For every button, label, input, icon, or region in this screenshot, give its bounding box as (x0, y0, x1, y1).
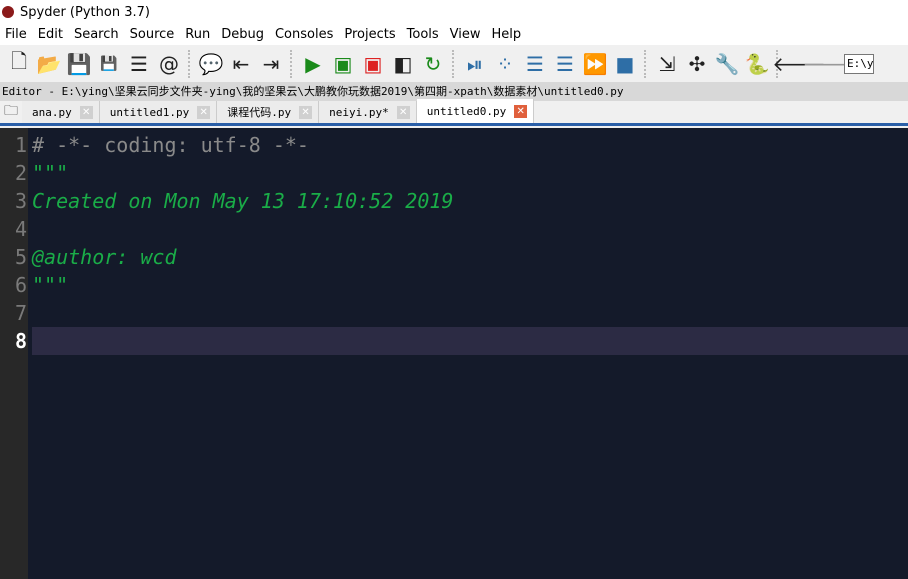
spyder-logo-icon (2, 6, 14, 18)
open-file-icon[interactable]: 📂 (34, 50, 64, 78)
close-icon[interactable]: ✕ (197, 105, 211, 119)
tab-label: untitled0.py (426, 104, 507, 118)
step-into-icon[interactable]: ☰ (520, 50, 550, 78)
code-text: @author: wcd (32, 245, 177, 269)
tab-neiyi[interactable]: neiyi.py* ✕ (319, 101, 417, 123)
indent-icon[interactable]: ⇥ (256, 50, 286, 78)
code-text: """ (32, 161, 69, 185)
tab-label: ana.py (32, 105, 72, 119)
browse-tabs-icon[interactable]: 🗀 (0, 101, 22, 123)
code-text: # -*- coding: utf-8 -*- (32, 133, 309, 157)
close-icon[interactable]: ✕ (396, 105, 410, 119)
code-text: Created on Mon May 13 17:10:52 2019 (32, 189, 454, 213)
outline-list-icon[interactable]: ☰ (124, 50, 154, 78)
new-file-icon[interactable]: 🗋 (4, 49, 34, 78)
maximize-pane-icon[interactable]: ⇲ (652, 50, 682, 78)
code-line[interactable]: 2 """ (0, 159, 908, 187)
menu-bar: File Edit Search Source Run Debug Consol… (0, 24, 908, 45)
run-cell-icon[interactable]: ▣ (328, 50, 358, 78)
menu-help[interactable]: Help (487, 27, 528, 42)
forward-arrow-icon[interactable]: 🡒 (802, 50, 856, 78)
save-icon[interactable]: 💾 (64, 50, 94, 78)
toolbar-separator (188, 49, 196, 78)
code-line[interactable]: 1 # -*- coding: utf-8 -*- (0, 131, 908, 159)
tab-label: untitled1.py (109, 105, 190, 119)
toolbar-separator (644, 49, 652, 78)
menu-run[interactable]: Run (180, 27, 216, 42)
code-line[interactable]: 7 (0, 299, 908, 327)
close-icon[interactable]: ✕ (514, 104, 528, 118)
preferences-wrench-icon[interactable]: 🔧 (712, 50, 742, 78)
python-path-icon[interactable]: 🐍 (742, 50, 772, 78)
step-icon[interactable]: ⁘ (490, 50, 520, 78)
debug-icon[interactable]: ⏯ (460, 50, 490, 78)
title-bar: Spyder (Python 3.7) (0, 0, 908, 24)
menu-source[interactable]: Source (125, 27, 181, 42)
toolbar-separator (452, 49, 460, 78)
toolbar: 🗋 📂 💾 💾 ☰ @ 💬 ⇤ ⇥ ▶ ▣ ▣ ◧ ↻ ⏯ ⁘ ☰ ☰ ⏩ ■ … (0, 45, 908, 82)
toolbar-separator (290, 49, 298, 78)
line-number: 7 (14, 301, 27, 325)
menu-projects[interactable]: Projects (339, 27, 401, 42)
code-line[interactable]: 6 """ (0, 271, 908, 299)
code-line[interactable]: 5 @author: wcd (0, 243, 908, 271)
menu-file[interactable]: File (0, 27, 33, 42)
working-directory-input[interactable]: E:\y (844, 53, 874, 74)
run-selection-icon[interactable]: ◧ (388, 50, 418, 78)
menu-debug[interactable]: Debug (216, 27, 270, 42)
tab-untitled0[interactable]: untitled0.py ✕ (416, 99, 535, 123)
run-cell-advance-icon[interactable]: ▣ (358, 50, 388, 78)
code-text (32, 327, 908, 355)
rerun-icon[interactable]: ↻ (418, 50, 448, 78)
code-line[interactable]: 8 (0, 327, 908, 355)
menu-view[interactable]: View (445, 27, 487, 42)
stop-icon[interactable]: ■ (610, 50, 640, 78)
line-number: 1 (14, 133, 27, 157)
line-number: 2 (14, 161, 27, 185)
fullscreen-icon[interactable]: ✣ (682, 50, 712, 78)
menu-consoles[interactable]: Consoles (270, 27, 339, 42)
tab-label: neiyi.py* (329, 105, 389, 119)
tab-ana[interactable]: ana.py ✕ (22, 101, 100, 123)
editor-tabs: 🗀 ana.py ✕ untitled1.py ✕ 课程代码.py ✕ neiyi.p… (0, 99, 908, 126)
tab-label: 课程代码.py (227, 106, 292, 119)
run-icon[interactable]: ▶ (298, 50, 328, 78)
line-number: 5 (14, 245, 27, 269)
close-icon[interactable]: ✕ (79, 105, 93, 119)
close-icon[interactable]: ✕ (299, 105, 313, 119)
tab-course-code[interactable]: 课程代码.py ✕ (217, 101, 320, 123)
save-all-icon[interactable]: 💾 (94, 50, 124, 78)
at-icon[interactable]: @ (154, 50, 184, 78)
line-number: 3 (14, 189, 27, 213)
menu-search[interactable]: Search (69, 27, 125, 42)
line-number: 8 (14, 329, 27, 353)
code-line[interactable]: 4 (0, 215, 908, 243)
unindent-icon[interactable]: ⇤ (226, 50, 256, 78)
code-text: """ (32, 273, 69, 297)
menu-edit[interactable]: Edit (33, 27, 69, 42)
window-title: Spyder (Python 3.7) (20, 4, 150, 20)
comment-icon[interactable]: 💬 (196, 50, 226, 78)
menu-tools[interactable]: Tools (402, 27, 445, 42)
tab-untitled1[interactable]: untitled1.py ✕ (99, 101, 218, 123)
code-editor[interactable]: 1 # -*- coding: utf-8 -*- 2 """ 3 Created on … (0, 128, 908, 579)
step-return-icon[interactable]: ☰ (550, 50, 580, 78)
continue-icon[interactable]: ⏩ (580, 50, 610, 78)
line-number: 4 (14, 217, 27, 241)
line-number: 6 (14, 273, 27, 297)
code-line[interactable]: 3 Created on Mon May 13 17:10:52 2019 (0, 187, 908, 215)
